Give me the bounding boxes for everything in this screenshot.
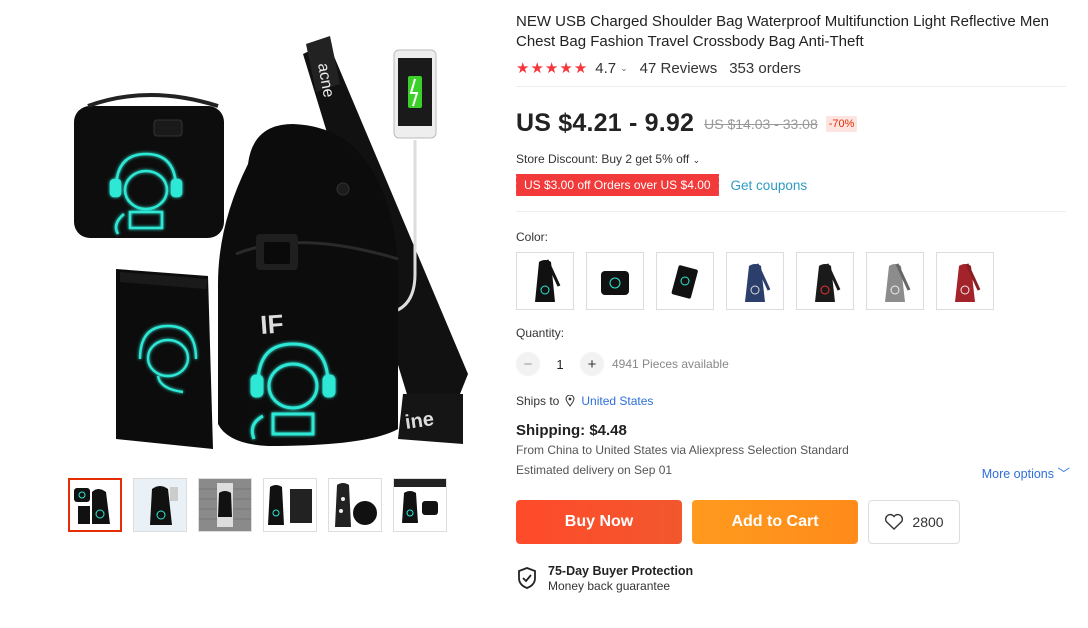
chevron-down-icon: ﹀: [1057, 467, 1070, 481]
quantity-input[interactable]: 1: [540, 357, 580, 372]
quantity-label: Quantity:: [516, 326, 565, 340]
main-product-image[interactable]: acne ine IF: [68, 14, 468, 464]
color-option-gray[interactable]: [866, 252, 924, 310]
divider: [516, 86, 1066, 87]
rating-value[interactable]: 4.7: [595, 60, 616, 77]
color-options: [516, 252, 1072, 310]
heart-icon: [885, 513, 904, 530]
orders-count: 353 orders: [729, 60, 801, 77]
shipping-route: From China to United States via Aliexpre…: [516, 443, 849, 457]
ships-to-label: Ships to: [516, 394, 560, 408]
wishlist-button[interactable]: 2800: [868, 500, 960, 544]
star-icon: ★: [516, 59, 530, 77]
delivery-row: Estimated delivery on Sep 01 More option…: [516, 463, 1070, 482]
color-option-black[interactable]: [796, 252, 854, 310]
svg-text:ine: ine: [404, 408, 436, 434]
rating-row: ★ ★ ★ ★ ★ 4.7 ⌄ 47 Reviews 353 orders: [516, 60, 1072, 77]
quantity-stepper: − 1 + 4941 Pieces available: [516, 352, 1072, 376]
star-rating[interactable]: ★ ★ ★ ★ ★: [516, 59, 588, 77]
add-to-cart-button[interactable]: Add to Cart: [692, 500, 858, 544]
action-buttons: Buy Now Add to Cart 2800: [516, 500, 1072, 544]
buy-now-button[interactable]: Buy Now: [516, 500, 682, 544]
price-row: US $4.21 - 9.92 US $14.03 - 33.08 -70%: [516, 109, 1072, 138]
thumbnail-5[interactable]: [328, 478, 382, 532]
buyer-protection: 75-Day Buyer Protection Money back guara…: [516, 564, 1072, 595]
color-label: Color:: [516, 230, 549, 244]
wishlist-count: 2800: [912, 514, 944, 530]
quantity-increase-button[interactable]: +: [580, 352, 604, 376]
quantity-available: 4941 Pieces available: [612, 357, 729, 371]
discount-badge: -70%: [825, 115, 858, 132]
color-option-black-messenger[interactable]: [586, 252, 644, 310]
store-discount-text: Store Discount: Buy 2 get 5% off: [516, 152, 690, 166]
product-title: NEW USB Charged Shoulder Bag Waterproof …: [516, 13, 1050, 50]
color-option-blue[interactable]: [726, 252, 784, 310]
quantity-decrease-button[interactable]: −: [516, 352, 540, 376]
shipping-cost: Shipping: $4.48: [516, 422, 627, 439]
color-option-red[interactable]: [936, 252, 994, 310]
thumbnail-4[interactable]: [263, 478, 317, 532]
thumbnail-6[interactable]: [393, 478, 447, 532]
ships-to-row: Ships to United States: [516, 394, 1072, 408]
thumbnail-1[interactable]: [68, 478, 122, 532]
thumbnail-3[interactable]: [198, 478, 252, 532]
chevron-down-icon[interactable]: ⌄: [620, 63, 628, 74]
location-pin-icon: [565, 395, 575, 407]
color-option-black-wallet[interactable]: [656, 252, 714, 310]
shield-check-icon: [516, 566, 538, 595]
coupon-badge: US $3.00 off Orders over US $4.00: [514, 174, 719, 196]
svg-text:IF: IF: [259, 308, 284, 340]
product-info: NEW USB Charged Shoulder Bag Waterproof …: [514, 12, 1072, 595]
more-options-label: More options: [981, 467, 1054, 481]
thumbnail-2[interactable]: [133, 478, 187, 532]
reviews-link[interactable]: 47 Reviews: [640, 60, 718, 77]
coupon-row: US $3.00 off Orders over US $4.00 Get co…: [514, 174, 1072, 196]
get-coupons-link[interactable]: Get coupons: [731, 178, 808, 193]
protection-subtitle: Money back guarantee: [548, 579, 671, 593]
original-price: US $14.03 - 33.08: [704, 115, 818, 132]
delivery-estimate: Estimated delivery on Sep 01: [516, 463, 673, 477]
star-icon: ★: [559, 59, 573, 77]
ships-to-country[interactable]: United States: [581, 394, 653, 408]
more-options-link[interactable]: More options ﹀: [982, 463, 1070, 482]
divider: [516, 211, 1066, 212]
star-icon: ★: [530, 59, 544, 77]
product-gallery: acne ine IF: [68, 14, 468, 532]
protection-title: 75-Day Buyer Protection: [548, 564, 694, 578]
chevron-down-icon: ⌄: [692, 155, 701, 165]
thumbnail-strip: [68, 478, 447, 532]
star-icon: ★: [544, 59, 559, 77]
star-icon: ★: [573, 59, 588, 77]
current-price: US $4.21 - 9.92: [516, 109, 695, 137]
store-discount[interactable]: Store Discount: Buy 2 get 5% off ⌄: [516, 152, 1072, 166]
color-option-black-set[interactable]: [516, 252, 574, 310]
